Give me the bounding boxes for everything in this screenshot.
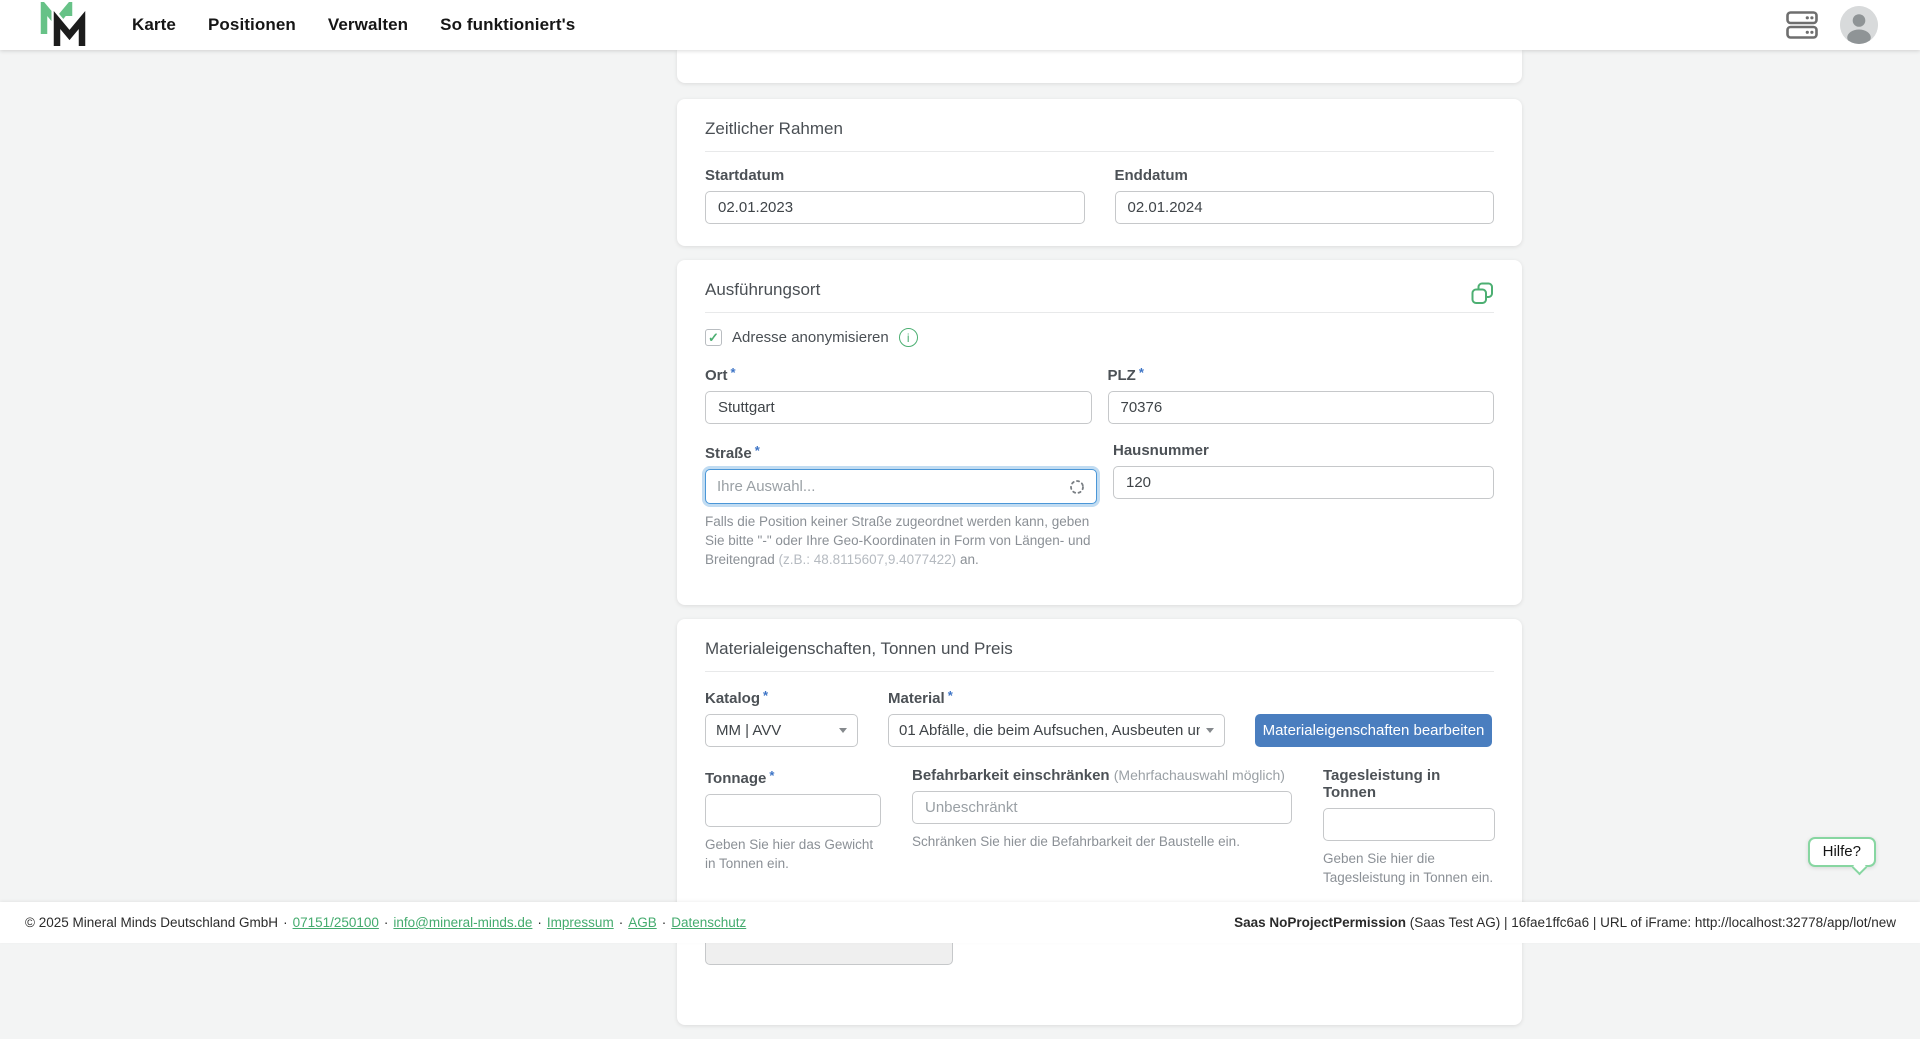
strasse-combobox[interactable]: Ihre Auswahl... — [705, 469, 1097, 504]
enddatum-input[interactable] — [1115, 191, 1495, 224]
divider — [705, 312, 1494, 313]
material-field: Material* 01 Abfälle, die beim Aufsuchen… — [888, 687, 1225, 747]
katalog-value: MM | AVV — [716, 722, 833, 739]
timeframe-title: Zeitlicher Rahmen — [705, 119, 1494, 139]
katalog-field: Katalog* MM | AVV — [705, 687, 858, 747]
top-navbar: Karte Positionen Verwalten So funktionie… — [0, 0, 1920, 50]
plz-field: PLZ* — [1108, 364, 1495, 424]
info-icon[interactable]: i — [899, 328, 918, 347]
timeframe-card: Zeitlicher Rahmen Startdatum Enddatum — [677, 99, 1522, 246]
copy-icon[interactable] — [1471, 282, 1494, 305]
strasse-field: Straße* Ihre Auswahl... Falls die Positi… — [705, 442, 1097, 583]
required-asterisk: * — [769, 768, 774, 783]
nav-item-positionen[interactable]: Positionen — [208, 15, 296, 35]
agb-link[interactable]: AGB — [628, 915, 657, 930]
edit-material-properties-button[interactable]: Materialeigenschaften bearbeiten — [1255, 714, 1492, 747]
strasse-placeholder: Ihre Auswahl... — [717, 478, 1069, 495]
enddatum-field: Enddatum — [1115, 167, 1495, 224]
material-card: Materialeigenschaften, Tonnen und Preis … — [677, 619, 1522, 1025]
chevron-down-icon — [839, 728, 847, 733]
footer-left: © 2025 Mineral Minds Deutschland GmbH·07… — [25, 915, 746, 930]
hausnummer-label: Hausnummer — [1113, 442, 1494, 459]
ort-label: Ort* — [705, 364, 1092, 384]
location-title: Ausführungsort — [705, 280, 820, 300]
material-label: Material* — [888, 687, 1225, 707]
env-details: (Saas Test AG) | 16fae1ffc6a6 | URL of i… — [1406, 915, 1896, 930]
copyright-text: © 2025 Mineral Minds Deutschland GmbH — [25, 915, 278, 930]
main-menu: Karte Positionen Verwalten So funktionie… — [132, 15, 575, 35]
enddatum-label: Enddatum — [1115, 167, 1495, 184]
material-title: Materialeigenschaften, Tonnen und Preis — [705, 639, 1494, 659]
previous-section-card — [677, 50, 1522, 83]
hint-example: (z.B.: 48.8115607,9.4077422) — [779, 552, 957, 567]
help-bubble-tail — [1852, 859, 1868, 875]
material-select[interactable]: 01 Abfälle, die beim Aufsuchen, Ausbeute… — [888, 714, 1225, 747]
tonnage-field: Tonnage* Geben Sie hier das Gewicht in T… — [705, 767, 881, 887]
hausnummer-field: Hausnummer — [1113, 442, 1494, 583]
befahrbarkeit-field: Befahrbarkeit einschränken (Mehrfachausw… — [912, 767, 1292, 887]
required-asterisk: * — [755, 443, 760, 458]
divider — [705, 151, 1494, 152]
anonymize-row: ✓ Adresse anonymisieren i — [705, 328, 1494, 347]
material-value: 01 Abfälle, die beim Aufsuchen, Ausbeute… — [899, 722, 1200, 739]
navbar-right — [1786, 6, 1878, 44]
tagesleistung-field: Tagesleistung in Tonnen Geben Sie hier d… — [1323, 767, 1495, 887]
location-card: Ausführungsort ✓ Adresse anonymisieren i… — [677, 260, 1522, 605]
loading-spinner-icon — [1069, 479, 1085, 495]
tagesleistung-hint: Geben Sie hier die Tagesleistung in Tonn… — [1323, 849, 1495, 887]
ort-input[interactable] — [705, 391, 1092, 424]
mineral-minds-logo[interactable] — [40, 2, 86, 48]
footer-environment-info: Saas NoProjectPermission (Saas Test AG) … — [1234, 915, 1896, 930]
divider — [705, 671, 1494, 672]
tagesleistung-label: Tagesleistung in Tonnen — [1323, 767, 1495, 801]
tonnage-input[interactable] — [705, 794, 881, 827]
help-button[interactable]: Hilfe? — [1808, 837, 1876, 867]
startdatum-input[interactable] — [705, 191, 1085, 224]
befahrbarkeit-label: Befahrbarkeit einschränken (Mehrfachausw… — [912, 767, 1292, 784]
anonymize-label: Adresse anonymisieren — [732, 329, 889, 346]
logo-icon — [40, 2, 86, 48]
befahrbarkeit-note: (Mehrfachauswahl möglich) — [1114, 767, 1285, 783]
ort-field: Ort* — [705, 364, 1092, 424]
anonymize-checkbox[interactable]: ✓ — [705, 329, 722, 346]
required-asterisk: * — [763, 688, 768, 703]
required-asterisk: * — [1139, 365, 1144, 380]
startdatum-field: Startdatum — [705, 167, 1085, 224]
plz-input[interactable] — [1108, 391, 1495, 424]
strasse-hint: Falls die Position keiner Straße zugeord… — [705, 512, 1097, 569]
strasse-label: Straße* — [705, 442, 1097, 462]
person-icon — [1840, 6, 1878, 44]
befahrbarkeit-input[interactable] — [912, 791, 1292, 824]
server-stack-icon[interactable] — [1786, 11, 1818, 39]
user-avatar[interactable] — [1840, 6, 1878, 44]
katalog-label: Katalog* — [705, 687, 858, 707]
env-name: Saas NoProjectPermission — [1234, 915, 1406, 930]
phone-link[interactable]: 07151/250100 — [293, 915, 379, 930]
hausnummer-input[interactable] — [1113, 466, 1494, 499]
required-asterisk: * — [731, 365, 736, 380]
impressum-link[interactable]: Impressum — [547, 915, 614, 930]
tonnage-label: Tonnage* — [705, 767, 881, 787]
tagesleistung-input[interactable] — [1323, 808, 1495, 841]
required-asterisk: * — [948, 688, 953, 703]
datenschutz-link[interactable]: Datenschutz — [671, 915, 746, 930]
nav-item-karte[interactable]: Karte — [132, 15, 176, 35]
plz-label: PLZ* — [1108, 364, 1495, 384]
nav-item-verwalten[interactable]: Verwalten — [328, 15, 408, 35]
email-link[interactable]: info@mineral-minds.de — [393, 915, 532, 930]
form-column: Zeitlicher Rahmen Startdatum Enddatum Au… — [677, 50, 1522, 1039]
nav-item-so-funktionierts[interactable]: So funktioniert's — [440, 15, 575, 35]
page-footer: © 2025 Mineral Minds Deutschland GmbH·07… — [0, 902, 1920, 943]
katalog-select[interactable]: MM | AVV — [705, 714, 858, 747]
befahrbarkeit-hint: Schränken Sie hier die Befahrbarkeit der… — [912, 832, 1292, 851]
tonnage-hint: Geben Sie hier das Gewicht in Tonnen ein… — [705, 835, 881, 873]
help-label: Hilfe? — [1823, 843, 1861, 860]
startdatum-label: Startdatum — [705, 167, 1085, 184]
chevron-down-icon — [1206, 728, 1214, 733]
